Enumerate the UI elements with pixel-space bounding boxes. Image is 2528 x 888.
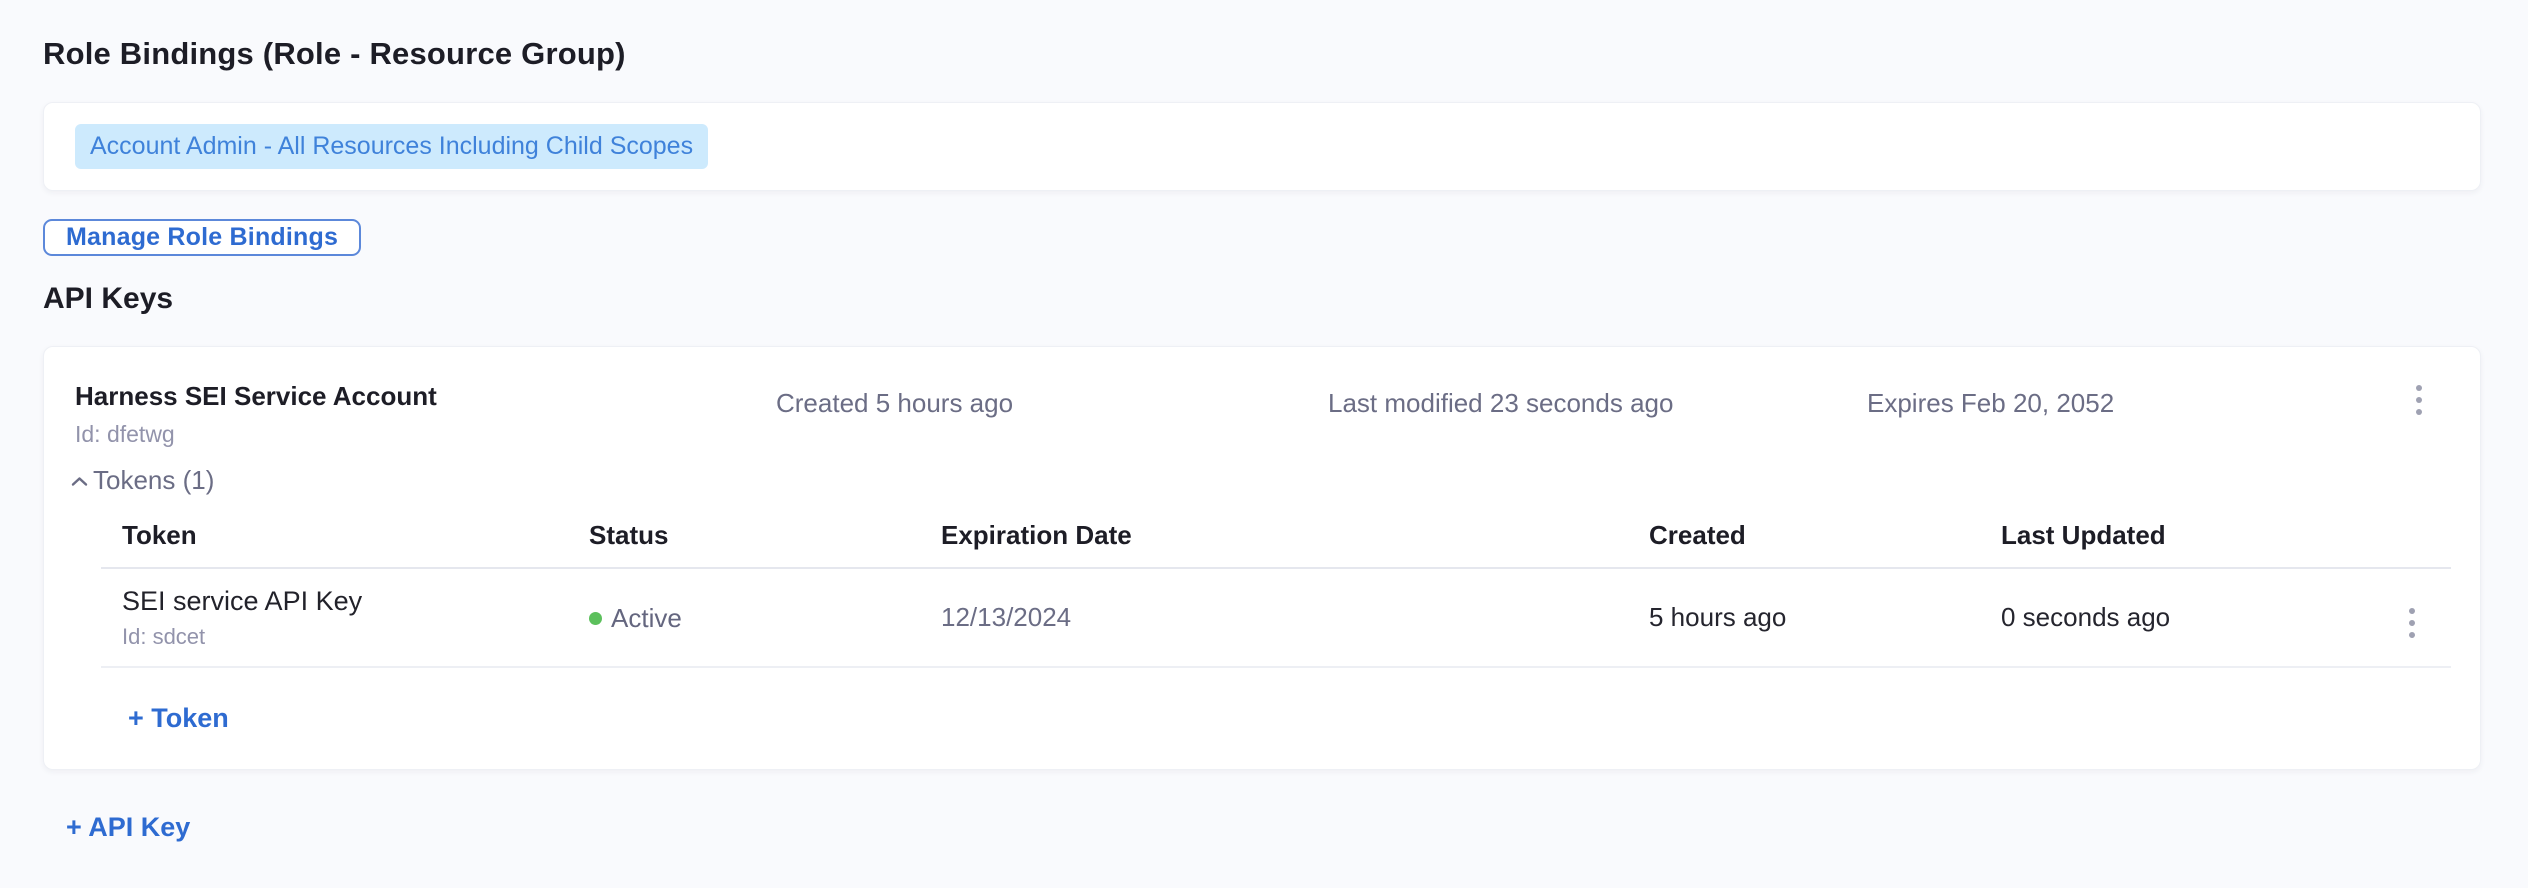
api-key-card: Harness SEI Service Account Id: dfetwg C…	[43, 346, 2481, 770]
table-header-actions	[2330, 504, 2451, 568]
manage-role-bindings-button[interactable]: Manage Role Bindings	[43, 219, 361, 256]
page-title: Role Bindings (Role - Resource Group)	[43, 36, 626, 72]
kebab-menu-icon[interactable]	[2406, 377, 2432, 423]
api-key-created: Created 5 hours ago	[776, 388, 1013, 419]
role-bindings-card: Account Admin - All Resources Including …	[43, 102, 2481, 191]
api-key-id: Id: dfetwg	[75, 421, 175, 448]
table-header-token: Token	[101, 504, 568, 568]
token-name: SEI service API Key	[122, 586, 568, 617]
add-api-key-button[interactable]: + API Key	[66, 812, 190, 843]
table-header-row: Token Status Expiration Date Created Las…	[101, 504, 2451, 568]
api-key-expires: Expires Feb 20, 2052	[1867, 388, 2114, 419]
token-expiration-date: 12/13/2024	[920, 568, 1628, 667]
status-badge: Active	[589, 603, 682, 634]
table-header-created: Created	[1628, 504, 1980, 568]
table-header-status: Status	[568, 504, 920, 568]
tokens-table: Token Status Expiration Date Created Las…	[101, 504, 2451, 668]
api-key-name: Harness SEI Service Account	[75, 381, 437, 412]
tokens-toggle[interactable]: Tokens (1)	[71, 465, 214, 496]
table-header-expiration-date: Expiration Date	[920, 504, 1628, 568]
token-name-cell: SEI service API Key Id: sdcet	[101, 568, 568, 667]
token-table-row: SEI service API Key Id: sdcet Active 12/…	[101, 568, 2451, 667]
api-keys-heading: API Keys	[43, 282, 173, 316]
chevron-up-icon	[71, 476, 88, 487]
kebab-menu-icon[interactable]	[2399, 600, 2425, 646]
status-label: Active	[611, 603, 682, 634]
api-key-last-modified: Last modified 23 seconds ago	[1328, 388, 1673, 419]
token-id: Id: sdcet	[122, 624, 568, 650]
table-header-last-updated: Last Updated	[1980, 504, 2330, 568]
tokens-toggle-label: Tokens (1)	[93, 465, 214, 496]
token-last-updated: 0 seconds ago	[1980, 568, 2330, 667]
role-binding-tag: Account Admin - All Resources Including …	[75, 124, 708, 169]
status-dot-green-icon	[589, 612, 602, 625]
token-created: 5 hours ago	[1628, 568, 1980, 667]
token-actions-cell	[2330, 568, 2451, 667]
token-status-cell: Active	[568, 568, 920, 667]
add-token-button[interactable]: + Token	[128, 703, 229, 734]
